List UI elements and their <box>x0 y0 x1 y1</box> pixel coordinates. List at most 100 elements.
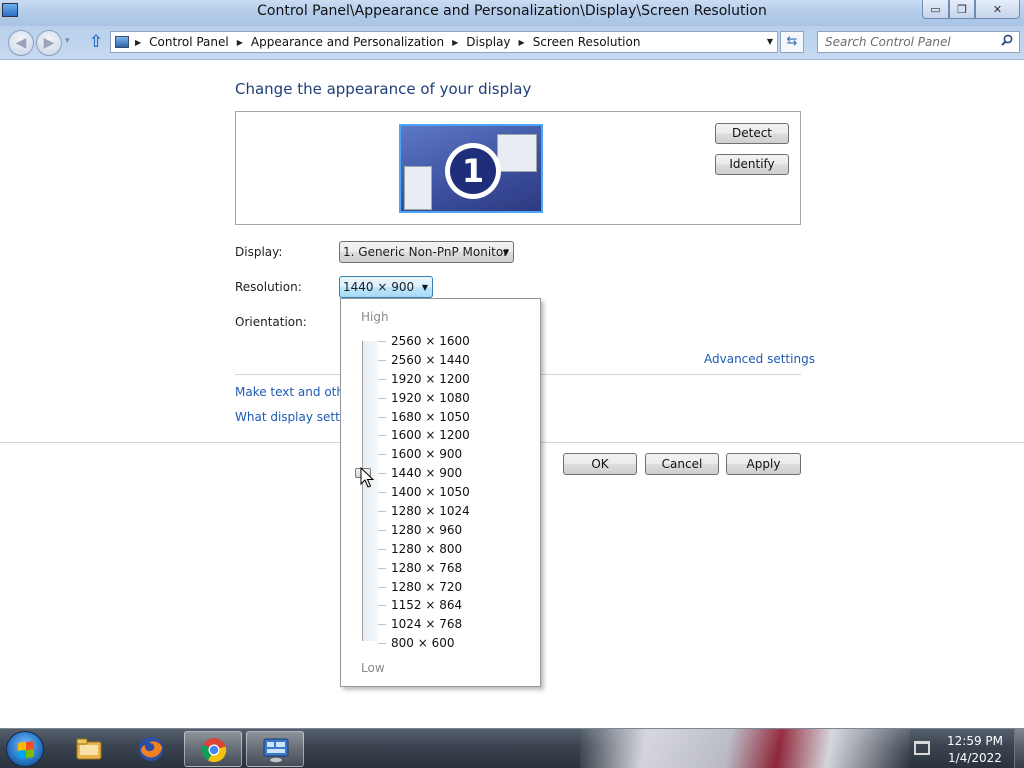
display-select-value: 1. Generic Non-PnP Monitor <box>343 245 509 259</box>
advanced-settings-link[interactable]: Advanced settings <box>704 352 815 366</box>
chevron-right-icon[interactable]: ▶ <box>452 38 458 47</box>
resolution-option[interactable]: 1600 × 1200 <box>341 426 540 445</box>
slider-tick <box>378 492 386 494</box>
resolution-option[interactable]: 2560 × 1440 <box>341 351 540 370</box>
taskbar-chrome[interactable] <box>184 731 242 767</box>
display-label: Display: <box>235 245 283 259</box>
breadcrumb-item[interactable]: ▶ Display <box>452 35 518 49</box>
search-icon[interactable] <box>1001 34 1013 46</box>
page-title: Change the appearance of your display <box>235 80 532 98</box>
slider-tick <box>378 529 386 531</box>
resolution-option[interactable]: 1152 × 864 <box>341 596 540 615</box>
breadcrumb-item[interactable]: ▶ Control Panel <box>135 35 237 49</box>
start-button[interactable] <box>6 731 44 767</box>
slider-tick <box>378 454 386 456</box>
chevron-right-icon[interactable]: ▶ <box>519 38 525 47</box>
resolution-option[interactable]: 1280 × 960 <box>341 521 540 540</box>
display-preview-panel: 1 Detect Identify <box>235 111 801 225</box>
chevron-right-icon[interactable]: ▶ <box>135 38 141 47</box>
resolution-option-label: 1280 × 960 <box>391 522 463 537</box>
resolution-option-label: 1024 × 768 <box>391 617 463 632</box>
display-settings-help-link[interactable]: What display settings should I choose? <box>235 410 340 424</box>
resolution-options: 2560 × 1600 2560 × 1440 1920 × 1200 1920 × … <box>341 332 540 653</box>
resolution-option-label: 1280 × 768 <box>391 560 463 575</box>
resolution-option-label: 800 × 600 <box>391 636 455 651</box>
resolution-option-label: 1440 × 900 <box>391 466 463 481</box>
resolution-option[interactable]: 800 × 600 <box>341 634 540 653</box>
resolution-option[interactable]: 1920 × 1080 <box>341 389 540 408</box>
slider-tick <box>378 586 386 588</box>
breadcrumb-item[interactable]: ▶ Screen Resolution <box>519 35 649 49</box>
chevron-down-icon: ▼ <box>502 248 509 257</box>
address-bar[interactable]: ▶ Control Panel ▶ Appearance and Personali… <box>110 31 778 53</box>
folder-icon <box>76 738 102 760</box>
up-arrow-icon: ⇧ <box>88 32 104 52</box>
resolution-option[interactable]: 1280 × 800 <box>341 540 540 559</box>
resolution-select[interactable]: 1440 × 900 ▼ <box>339 276 433 298</box>
resolution-label: Resolution: <box>235 280 302 294</box>
identify-button[interactable]: Identify <box>715 154 789 175</box>
slider-tick <box>378 511 386 513</box>
slider-tick <box>378 397 386 399</box>
resolution-option[interactable]: 1680 × 1050 <box>341 408 540 427</box>
maximize-button[interactable]: ❐ <box>949 0 975 19</box>
recent-pages-button[interactable]: ▾ <box>65 36 70 46</box>
back-button[interactable]: ◀ <box>8 30 34 56</box>
show-desktop-button[interactable] <box>1014 729 1024 768</box>
close-button[interactable]: ✕ <box>975 0 1020 19</box>
orientation-label: Orientation: <box>235 315 307 329</box>
address-dropdown-icon[interactable]: ▼ <box>767 37 773 46</box>
make-text-larger-link[interactable]: Make text and other items larger or smal… <box>235 385 340 399</box>
slider-tick <box>378 416 386 418</box>
breadcrumb-display[interactable]: Display <box>466 35 510 49</box>
monitor-1[interactable]: 1 <box>399 124 543 213</box>
up-one-level-button[interactable]: ⇧ <box>86 32 106 52</box>
monitor-number: 1 <box>450 148 496 194</box>
breadcrumb-appearance[interactable]: Appearance and Personalization <box>251 35 444 49</box>
detect-button[interactable]: Detect <box>715 123 789 144</box>
apply-button[interactable]: Apply <box>726 453 801 475</box>
breadcrumb-item[interactable]: ▶ Appearance and Personalization <box>237 35 452 49</box>
search-input[interactable] <box>818 32 998 52</box>
slider-tick <box>378 435 386 437</box>
preview-window <box>404 166 432 210</box>
clock-time[interactable]: 12:59 PM <box>940 734 1010 748</box>
resolution-option[interactable]: 1280 × 768 <box>341 559 540 578</box>
chevron-right-icon[interactable]: ▶ <box>237 38 243 47</box>
search-box[interactable] <box>817 31 1020 53</box>
back-arrow-icon: ◀ <box>15 35 27 51</box>
network-icon[interactable] <box>914 741 930 755</box>
resolution-option[interactable]: 1280 × 1024 <box>341 502 540 521</box>
taskbar: 12:59 PM 1/4/2022 <box>0 728 1024 768</box>
slider-tick <box>378 605 386 607</box>
resolution-option[interactable]: 1920 × 1200 <box>341 370 540 389</box>
resolution-option[interactable]: 1024 × 768 <box>341 615 540 634</box>
refresh-icon: ⇆ <box>786 34 798 49</box>
chevron-down-icon: ▼ <box>421 283 428 292</box>
forward-button[interactable]: ▶ <box>36 30 62 56</box>
slider-high-label: High <box>361 310 389 324</box>
resolution-option[interactable]: 1280 × 720 <box>341 578 540 597</box>
chrome-icon <box>201 738 227 763</box>
resolution-option-label: 1920 × 1200 <box>391 371 470 386</box>
clock-date[interactable]: 1/4/2022 <box>940 751 1010 765</box>
ok-button[interactable]: OK <box>563 453 637 475</box>
slider-tick <box>378 473 386 475</box>
display-select[interactable]: 1. Generic Non-PnP Monitor ▼ <box>339 241 514 263</box>
taskbar-firefox[interactable] <box>122 731 180 767</box>
resolution-option[interactable]: 1600 × 900 <box>341 445 540 464</box>
breadcrumb-screen-resolution[interactable]: Screen Resolution <box>533 35 641 49</box>
slider-low-label: Low <box>361 661 385 675</box>
minimize-button[interactable]: ▭ <box>922 0 949 19</box>
forward-arrow-icon: ▶ <box>43 35 55 51</box>
resolution-option[interactable]: 2560 × 1600 <box>341 332 540 351</box>
taskbar-windows-explorer[interactable] <box>60 731 118 767</box>
refresh-button[interactable]: ⇆ <box>780 31 804 53</box>
cancel-button[interactable]: Cancel <box>645 453 719 475</box>
resolution-option-label: 1680 × 1050 <box>391 409 470 424</box>
taskbar-control-panel[interactable] <box>246 731 304 767</box>
breadcrumb-control-panel[interactable]: Control Panel <box>149 35 229 49</box>
resolution-option-label: 2560 × 1440 <box>391 352 470 367</box>
mouse-cursor-icon <box>360 467 374 488</box>
minimize-icon: ▭ <box>930 2 941 16</box>
